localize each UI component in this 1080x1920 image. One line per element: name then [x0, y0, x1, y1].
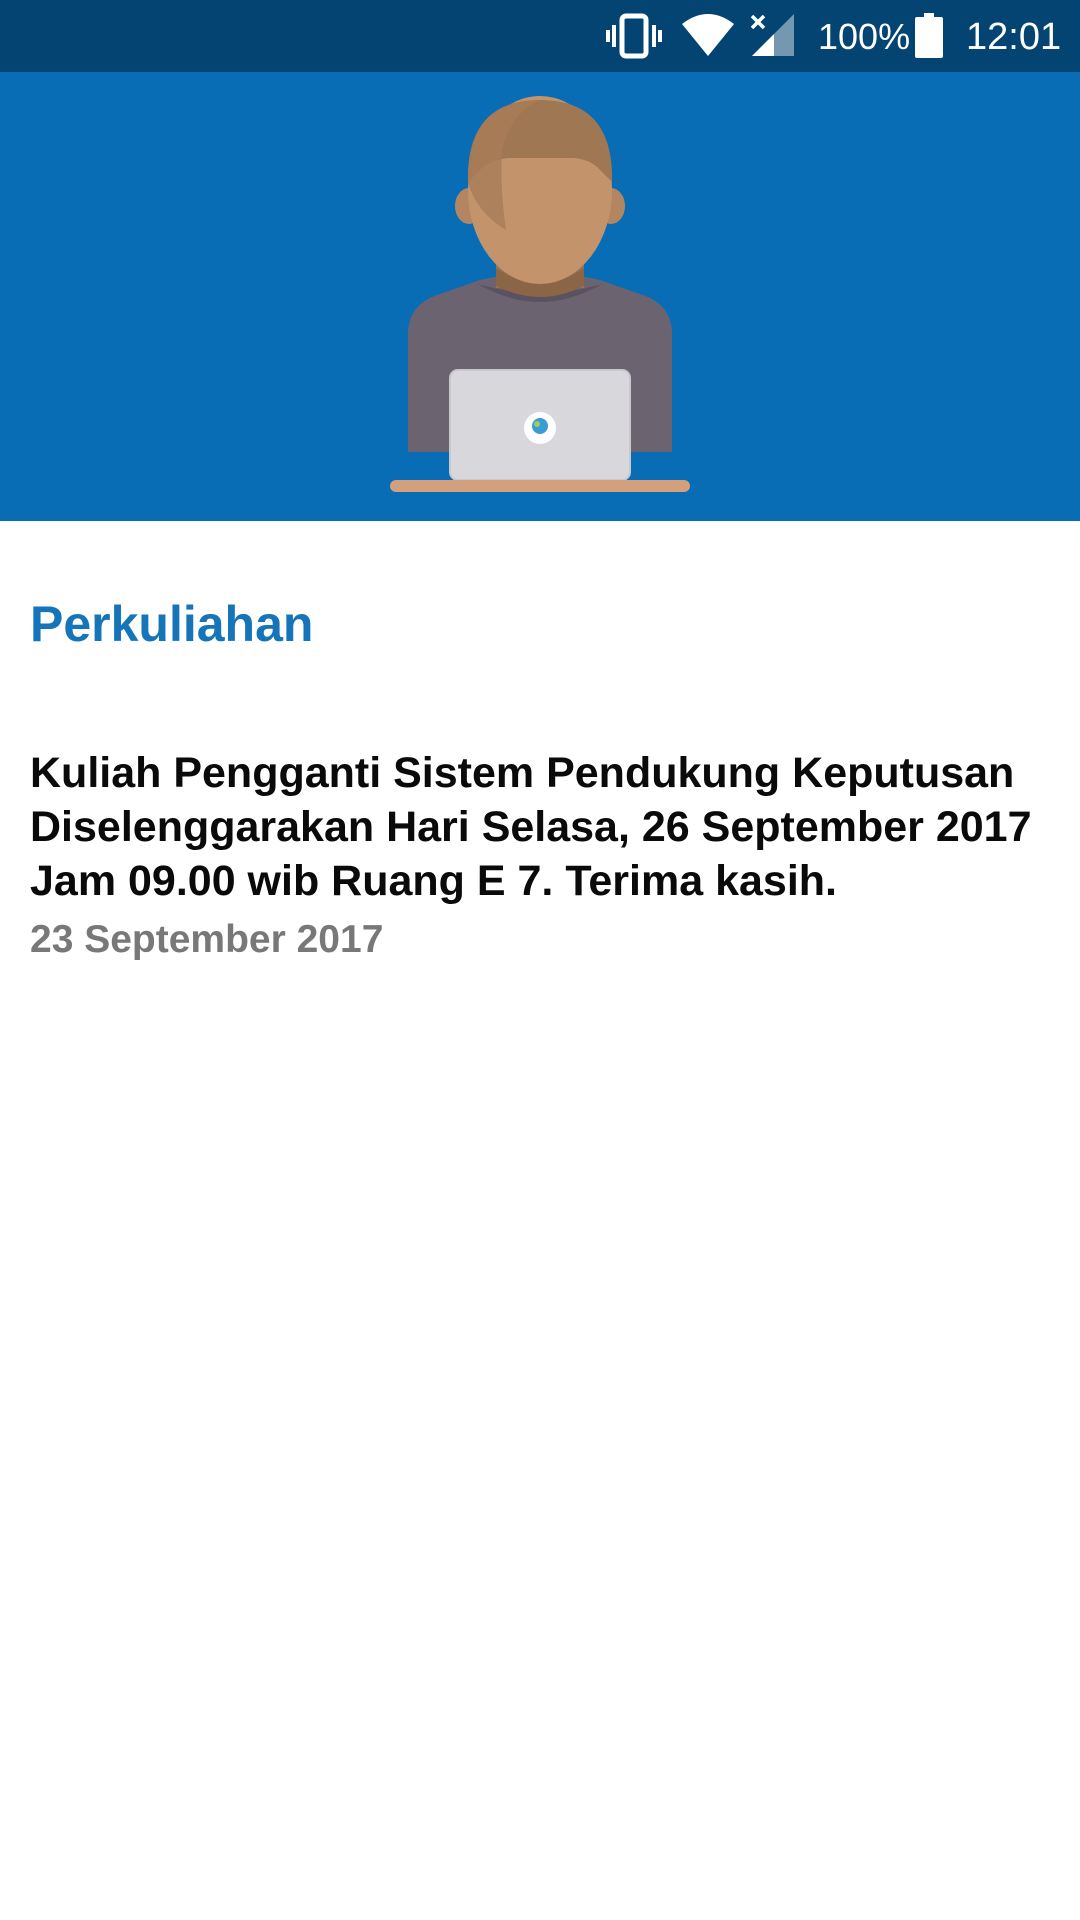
section-title: Perkuliahan: [30, 596, 314, 652]
announcement-text: Kuliah Pengganti Sistem Pendukung Keputu…: [30, 749, 1032, 905]
announcement-date: 23 September 2017: [30, 918, 384, 961]
battery-percent: 100%: [818, 16, 911, 57]
vibrate-icon: [606, 13, 662, 59]
signal-no-sim-icon: [750, 14, 794, 56]
status-clock: 12:01: [966, 16, 1062, 58]
battery-icon: [915, 13, 943, 58]
wifi-icon: [682, 14, 734, 56]
status-bar: 100% 12:01: [0, 0, 1080, 72]
header-banner: [0, 72, 1080, 521]
person-with-laptop-illustration: [390, 96, 690, 492]
